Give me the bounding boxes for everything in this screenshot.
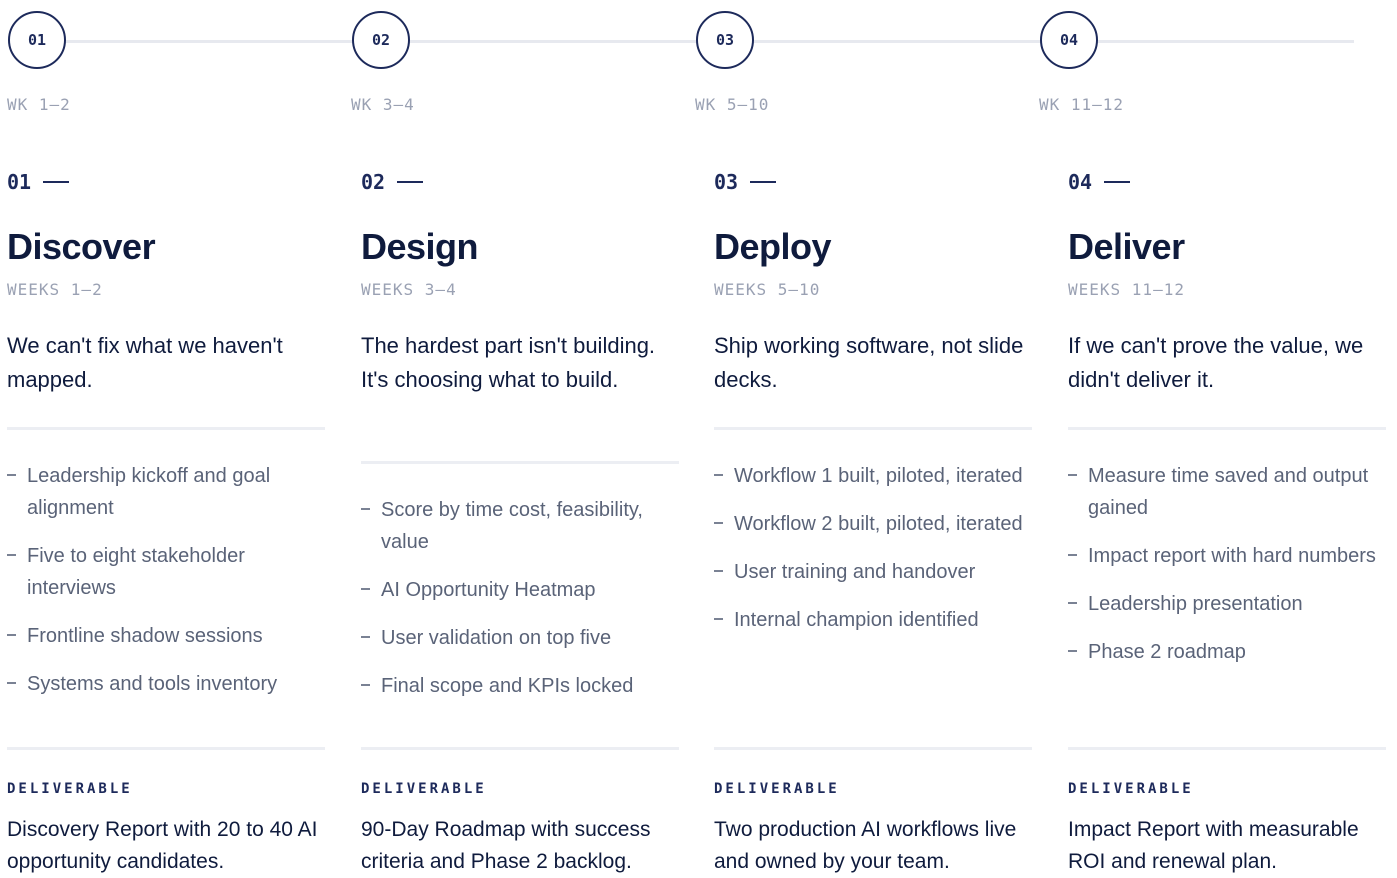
phase-title: Deliver [1068,226,1185,267]
task-item: Measure time saved and output gained [1068,460,1386,524]
deliverable-text: Discovery Report with 20 to 40 AI opport… [7,818,318,873]
phase-number-text: 01 [7,170,32,194]
divider [714,747,1032,750]
dash-icon [1104,181,1131,183]
task-item: Score by time cost, feasibility, value [361,494,679,558]
task-item: Impact report with hard numbers [1068,540,1386,572]
task-item: Phase 2 roadmap [1068,636,1386,668]
divider [1068,747,1386,750]
task-item: Five to eight stakeholder interviews [7,540,325,604]
phase-tagline: The hardest part isn't building. It's ch… [361,333,656,392]
phase-card-discover: 01 Discover WEEKS 1–2 We can't fix what … [7,0,325,875]
deliverable-text: 90-Day Roadmap with success criteria and… [361,818,651,873]
task-list: Leadership kickoff and goal alignment Fi… [7,460,325,716]
divider [1068,427,1386,430]
phase-number: 01 [7,170,70,194]
phase-number: 03 [714,170,777,194]
phase-number: 02 [361,170,424,194]
task-item: Internal champion identified [714,604,1032,636]
task-list: Workflow 1 built, piloted, iterated Work… [714,460,1032,652]
phase-title: Deploy [714,226,832,267]
divider [361,747,679,750]
dash-icon [750,181,777,183]
phase-weeks: WEEKS 3–4 [361,280,457,299]
phase-tagline: If we can't prove the value, we didn't d… [1068,333,1364,392]
divider [361,461,679,464]
task-item: Workflow 2 built, piloted, iterated [714,508,1032,540]
deliverable-label: DELIVERABLE [1068,781,1194,797]
phase-number-text: 04 [1068,170,1093,194]
task-item: Workflow 1 built, piloted, iterated [714,460,1032,492]
task-item: Systems and tools inventory [7,668,325,700]
dash-icon [43,181,70,183]
phase-weeks: WEEKS 5–10 [714,280,821,299]
task-item: User validation on top five [361,622,679,654]
phase-title: Design [361,226,479,267]
phase-card-design: 02 Design WEEKS 3–4 The hardest part isn… [361,0,679,875]
phase-number-text: 02 [361,170,386,194]
task-item: AI Opportunity Heatmap [361,574,679,606]
task-item: User training and handover [714,556,1032,588]
divider [714,427,1032,430]
task-list: Score by time cost, feasibility, value A… [361,494,679,718]
phase-title: Discover [7,226,156,267]
phase-weeks: WEEKS 11–12 [1068,280,1185,299]
deliverable-label: DELIVERABLE [361,781,487,797]
phase-number: 04 [1068,170,1131,194]
dash-icon [397,181,424,183]
phase-tagline: We can't fix what we haven't mapped. [7,333,283,392]
task-item: Leadership kickoff and goal alignment [7,460,325,524]
task-item: Leadership presentation [1068,588,1386,620]
phase-number-text: 03 [714,170,739,194]
phase-tagline: Ship working software, not slide decks. [714,333,1024,392]
task-list: Measure time saved and output gained Imp… [1068,460,1386,684]
task-item: Final scope and KPIs locked [361,670,679,702]
deliverable-label: DELIVERABLE [7,781,133,797]
deliverable-text: Impact Report with measurable ROI and re… [1068,818,1359,873]
phase-weeks: WEEKS 1–2 [7,280,103,299]
task-item: Frontline shadow sessions [7,620,325,652]
divider [7,747,325,750]
phase-card-deliver: 04 Deliver WEEKS 11–12 If we can't prove… [1068,0,1386,875]
deliverable-label: DELIVERABLE [714,781,840,797]
divider [7,427,325,430]
phase-card-deploy: 03 Deploy WEEKS 5–10 Ship working softwa… [714,0,1032,875]
deliverable-text: Two production AI workflows live and own… [714,818,1017,873]
